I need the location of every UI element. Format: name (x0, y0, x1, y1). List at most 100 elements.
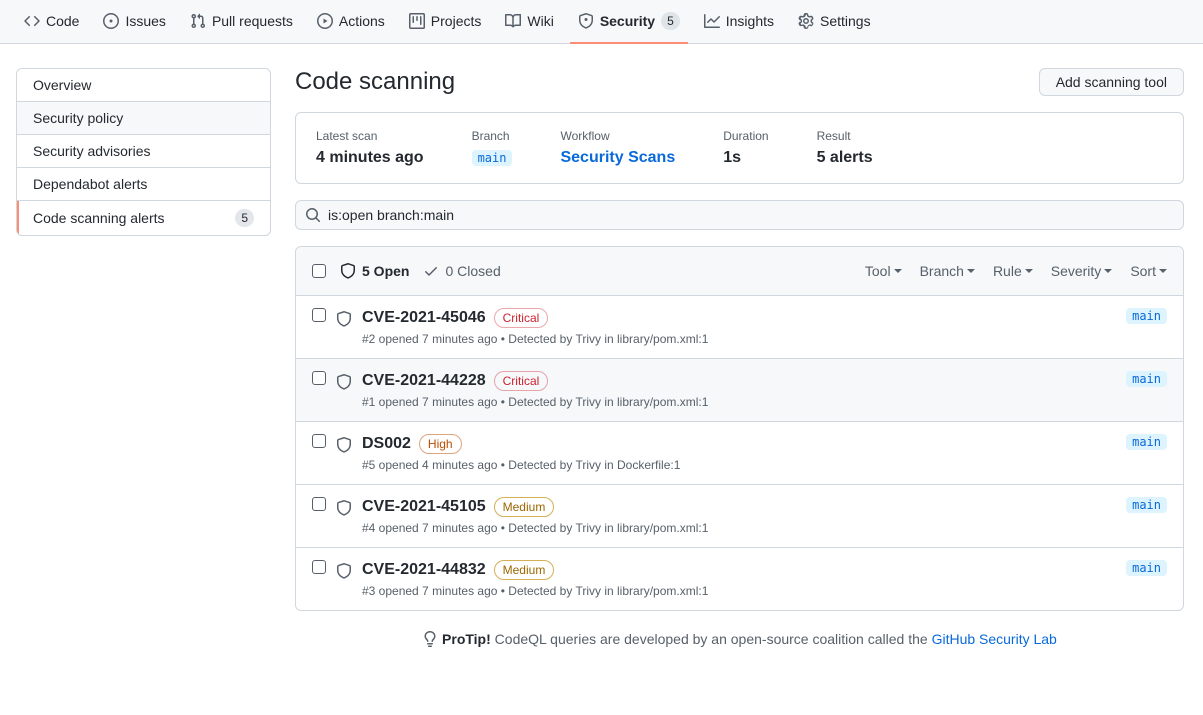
repo-tabs: Code Issues Pull requests Actions Projec… (0, 0, 1203, 44)
alert-title[interactable]: DS002 (362, 435, 411, 453)
lightbulb-icon (422, 631, 438, 647)
sidebar-item-overview[interactable]: Overview (17, 69, 270, 102)
row-checkbox[interactable] (312, 434, 326, 448)
alert-subtext: #2 opened 7 minutes ago • Detected by Tr… (362, 332, 1116, 346)
caret-icon (894, 269, 902, 273)
filter-branch[interactable]: Branch (920, 263, 975, 279)
code-icon (24, 13, 40, 29)
play-icon (317, 13, 333, 29)
add-scanning-tool-button[interactable]: Add scanning tool (1039, 68, 1184, 96)
alert-subtext: #5 opened 4 minutes ago • Detected by Tr… (362, 458, 1116, 472)
row-checkbox[interactable] (312, 497, 326, 511)
tab-projects[interactable]: Projects (401, 0, 490, 44)
pull-request-icon (190, 13, 206, 29)
branch-tag[interactable]: main (1126, 434, 1167, 450)
tab-settings[interactable]: Settings (790, 0, 879, 44)
main-content: Code scanning Add scanning tool Latest s… (295, 68, 1184, 647)
alert-row[interactable]: CVE-2021-44832 Medium #3 opened 7 minutes … (296, 548, 1183, 610)
shield-icon (336, 437, 352, 453)
protip: ProTip! CodeQL queries are developed by … (295, 631, 1184, 647)
branch-tag[interactable]: main (1126, 308, 1167, 324)
caret-icon (1159, 269, 1167, 273)
tab-issues[interactable]: Issues (95, 0, 173, 44)
result-label: Result (817, 129, 873, 143)
filter-rule[interactable]: Rule (993, 263, 1033, 279)
duration-label: Duration (723, 129, 768, 143)
duration-value: 1s (723, 149, 768, 167)
workflow-link[interactable]: Security Scans (560, 149, 675, 167)
alert-title[interactable]: CVE-2021-44228 (362, 372, 486, 390)
branch-tag[interactable]: main (1126, 497, 1167, 513)
sidebar-item-dependabot[interactable]: Dependabot alerts (17, 168, 270, 201)
protip-link[interactable]: GitHub Security Lab (932, 631, 1057, 647)
row-checkbox[interactable] (312, 560, 326, 574)
tab-label: Issues (125, 13, 165, 29)
search-input[interactable] (295, 200, 1184, 230)
severity-badge: Critical (494, 308, 549, 328)
branch-tag[interactable]: main (1126, 371, 1167, 387)
tab-label: Actions (339, 13, 385, 29)
sidebar-item-code-scanning[interactable]: Code scanning alerts 5 (17, 201, 270, 235)
tab-label: Settings (820, 13, 871, 29)
latest-scan-value: 4 minutes ago (316, 149, 424, 167)
alert-title[interactable]: CVE-2021-44832 (362, 561, 486, 579)
tab-label: Code (46, 13, 79, 29)
tab-label: Projects (431, 13, 482, 29)
search-wrap (295, 200, 1184, 230)
tab-insights[interactable]: Insights (696, 0, 782, 44)
caret-icon (967, 269, 975, 273)
book-icon (505, 13, 521, 29)
tab-pulls[interactable]: Pull requests (182, 0, 301, 44)
alert-subtext: #1 opened 7 minutes ago • Detected by Tr… (362, 395, 1116, 409)
tab-label: Security (600, 13, 655, 29)
severity-badge: Medium (494, 497, 555, 517)
tab-label: Pull requests (212, 13, 293, 29)
protip-text: CodeQL queries are developed by an open-… (491, 631, 932, 647)
severity-badge: High (419, 434, 462, 454)
tab-label: Wiki (527, 13, 553, 29)
filter-severity[interactable]: Severity (1051, 263, 1113, 279)
result-value: 5 alerts (817, 149, 873, 167)
branch-value[interactable]: main (472, 150, 513, 166)
alert-row[interactable]: CVE-2021-44228Critical#1 opened 7 minute… (296, 359, 1183, 422)
scanning-count-badge: 5 (235, 209, 254, 227)
alert-title[interactable]: CVE-2021-45105 (362, 498, 486, 516)
filter-sort[interactable]: Sort (1130, 263, 1167, 279)
page-title: Code scanning (295, 68, 455, 96)
alert-list: 5 Open 0 Closed Tool Branch Rule Severit… (295, 246, 1184, 611)
issue-icon (103, 13, 119, 29)
tab-actions[interactable]: Actions (309, 0, 393, 44)
select-all-checkbox[interactable] (312, 264, 326, 278)
check-icon (423, 263, 439, 279)
security-count-badge: 5 (661, 12, 680, 30)
shield-icon (336, 311, 352, 327)
shield-icon (336, 563, 352, 579)
alert-subtext: #4 opened 7 minutes ago • Detected by Tr… (362, 521, 1116, 535)
gear-icon (798, 13, 814, 29)
shield-icon (336, 374, 352, 390)
filter-tool[interactable]: Tool (865, 263, 902, 279)
protip-label: ProTip! (442, 631, 491, 647)
latest-scan-label: Latest scan (316, 129, 424, 143)
row-checkbox[interactable] (312, 308, 326, 322)
severity-badge: Medium (494, 560, 555, 580)
tab-code[interactable]: Code (16, 0, 87, 44)
open-filter[interactable]: 5 Open (340, 263, 409, 279)
project-icon (409, 13, 425, 29)
tab-label: Insights (726, 13, 774, 29)
branch-tag[interactable]: main (1126, 560, 1167, 576)
sidebar-item-advisories[interactable]: Security advisories (17, 135, 270, 168)
sidebar-item-policy[interactable]: Security policy (17, 102, 270, 135)
closed-filter[interactable]: 0 Closed (423, 263, 500, 279)
alert-row[interactable]: DS002 High #5 opened 4 minutes ago • Detec… (296, 422, 1183, 485)
shield-icon (578, 13, 594, 29)
alert-title[interactable]: CVE-2021-45046 (362, 309, 486, 327)
row-checkbox[interactable] (312, 371, 326, 385)
tab-wiki[interactable]: Wiki (497, 0, 561, 44)
tab-security[interactable]: Security 5 (570, 0, 688, 44)
alert-row[interactable]: CVE-2021-45046 Critical #2 opened 7 minute… (296, 296, 1183, 359)
alert-subtext: #3 opened 7 minutes ago • Detected by Tr… (362, 584, 1116, 598)
search-icon (305, 207, 321, 223)
alert-row[interactable]: CVE-2021-45105 Medium #4 opened 7 minutes … (296, 485, 1183, 548)
caret-icon (1025, 269, 1033, 273)
